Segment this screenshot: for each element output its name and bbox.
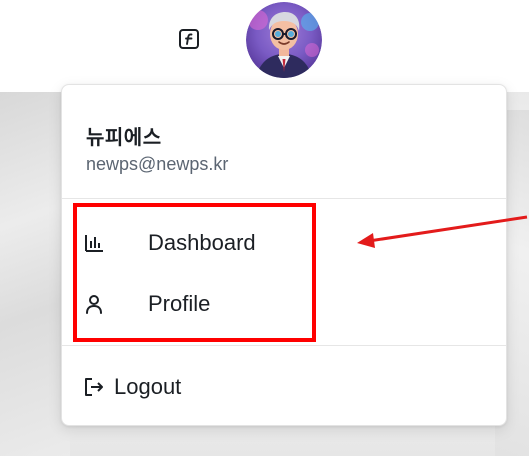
- annotation-arrow-icon: [357, 215, 528, 248]
- screen: 뉴피에스 newps@newps.kr Dashboard Profile Lo…: [0, 0, 529, 456]
- user-avatar[interactable]: [246, 2, 322, 78]
- feature-flag-icon[interactable]: [177, 27, 201, 51]
- menu-item-logout-label: Logout: [114, 374, 182, 399]
- annotation-highlight-box: [73, 203, 316, 342]
- user-email: newps@newps.kr: [86, 154, 229, 174]
- user-name: 뉴피에스: [86, 127, 162, 149]
- menu-item-logout[interactable]: Logout: [82, 365, 181, 409]
- menu-divider-bottom: [62, 345, 506, 346]
- logout-icon: [82, 375, 106, 399]
- menu-divider-top: [62, 198, 506, 199]
- page-backdrop-left: [0, 92, 70, 456]
